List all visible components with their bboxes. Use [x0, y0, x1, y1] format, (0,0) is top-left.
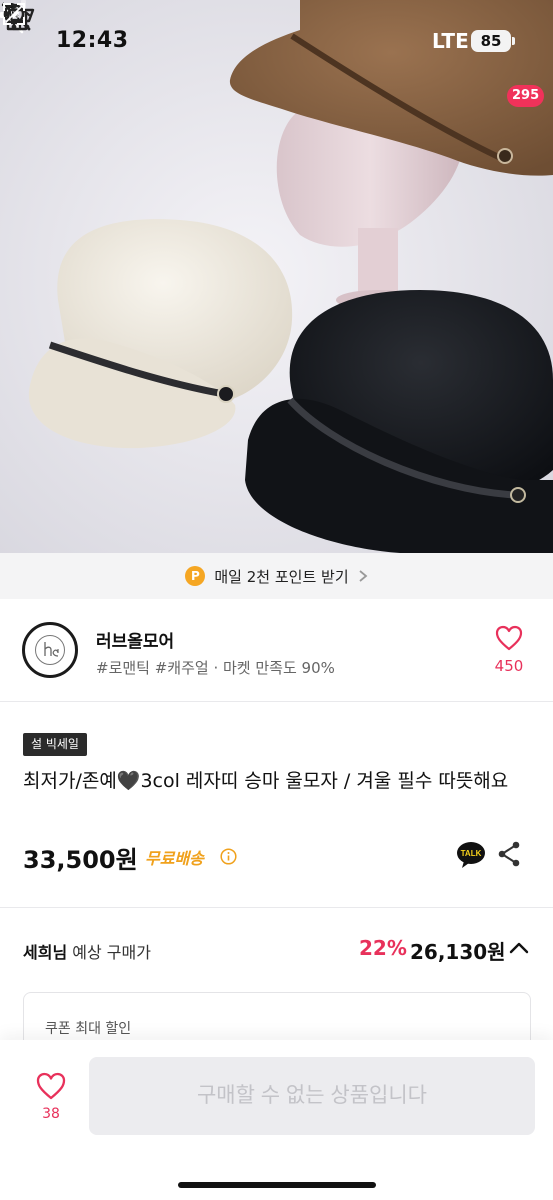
network-type: LTE: [432, 29, 469, 53]
home-indicator: [178, 1182, 376, 1188]
heart-icon[interactable]: [36, 1072, 66, 1100]
expected-price-label: 세희님 예상 구매가: [23, 939, 151, 963]
kakao-talk-icon[interactable]: TALK: [456, 841, 486, 869]
section-divider: [0, 907, 553, 908]
points-icon: P: [185, 566, 206, 586]
bottom-action-bar: 38 구매할 수 없는 상품입니다: [0, 1040, 553, 1200]
expected-price-caption: 예상 구매가: [72, 943, 151, 962]
sale-badge: 설 빅세일: [23, 733, 87, 756]
info-icon[interactable]: [220, 848, 237, 865]
coupon-label: 쿠폰 최대 할인: [45, 1021, 132, 1037]
battery-indicator: 85: [471, 30, 511, 52]
status-time: 12:43: [56, 28, 129, 53]
battery-level: 85: [480, 32, 502, 50]
share-icon[interactable]: [497, 841, 521, 867]
battery-nub: [512, 37, 515, 45]
shop-like-count: 450: [494, 657, 524, 675]
shop-logo-monogram-icon: [44, 642, 59, 657]
points-banner-text: 매일 2천 포인트 받기: [214, 567, 349, 586]
product-title: 최저가/존예🖤3col 레자띠 승마 울모자 / 겨울 필수 따뜻해요: [23, 770, 509, 792]
shop-tags: #로맨틱 #캐주얼 · 마켓 만족도 90%: [96, 659, 335, 677]
product-price: 33,500원: [23, 846, 138, 874]
expand-icon[interactable]: [0, 0, 28, 28]
shop-logo-mark: [35, 635, 65, 665]
chevron-right-icon: [359, 570, 368, 582]
heart-icon[interactable]: [495, 625, 523, 651]
status-bar: 12:43 LTE 85: [0, 0, 553, 84]
chevron-up-icon[interactable]: [509, 941, 529, 955]
wish-count: 38: [42, 1106, 60, 1122]
purchase-button[interactable]: 구매할 수 없는 상품입니다: [89, 1057, 535, 1135]
cart-count-badge: 295: [507, 85, 545, 107]
product-image[interactable]: 12:43 LTE 85 295: [0, 0, 553, 553]
shop-logo[interactable]: [22, 622, 78, 678]
user-name: 세희님: [23, 943, 68, 962]
expected-price: 26,130원: [410, 940, 506, 964]
svg-text:TALK: TALK: [461, 849, 482, 858]
daily-points-banner[interactable]: P 매일 2천 포인트 받기: [0, 553, 553, 599]
free-shipping-label: 무료배송: [145, 849, 204, 868]
shop-info[interactable]: 러브올모어 #로맨틱 #캐주얼 · 마켓 만족도 90% 450: [0, 599, 553, 702]
shop-name[interactable]: 러브올모어: [96, 627, 174, 652]
discount-rate: 22%: [359, 936, 407, 960]
